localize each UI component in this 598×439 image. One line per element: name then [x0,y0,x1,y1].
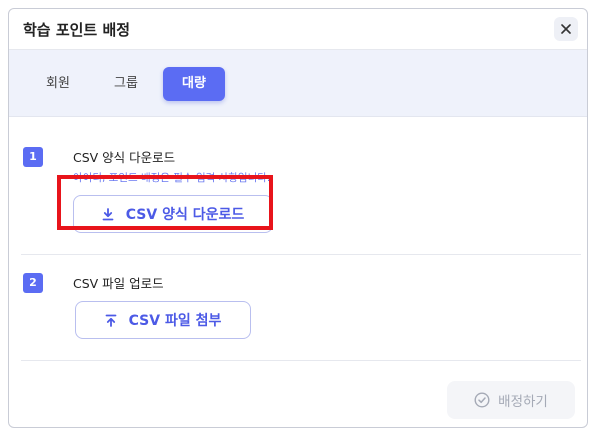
submit-button-label: 배정하기 [498,394,548,410]
dialog-title: 학습 포인트 배정 [23,21,131,39]
annotation-highlight-box [57,175,273,230]
tab-bar: 회원 그룹 대량 [9,50,587,117]
close-icon [561,24,571,34]
csv-file-attach-button[interactable]: CSV 파일 첨부 [75,301,251,339]
tab-bulk[interactable]: 대량 [163,67,225,101]
upload-icon [105,314,117,327]
upload-button-label: CSV 파일 첨부 [128,313,222,329]
tab-members[interactable]: 회원 [37,67,79,101]
dialog-header: 학습 포인트 배정 [9,9,587,50]
check-circle-icon [474,392,490,408]
step-number-badge: 1 [23,147,43,167]
step-title: CSV 양식 다운로드 [73,150,176,165]
step-upload-section: 2 CSV 파일 업로드 CSV 파일 첨부 [21,265,581,361]
step-number-badge: 2 [23,273,43,293]
step-title: CSV 파일 업로드 [73,276,164,291]
tab-group[interactable]: 그룹 [105,67,147,101]
close-button[interactable] [554,17,578,41]
assign-submit-button[interactable]: 배정하기 [447,381,575,419]
